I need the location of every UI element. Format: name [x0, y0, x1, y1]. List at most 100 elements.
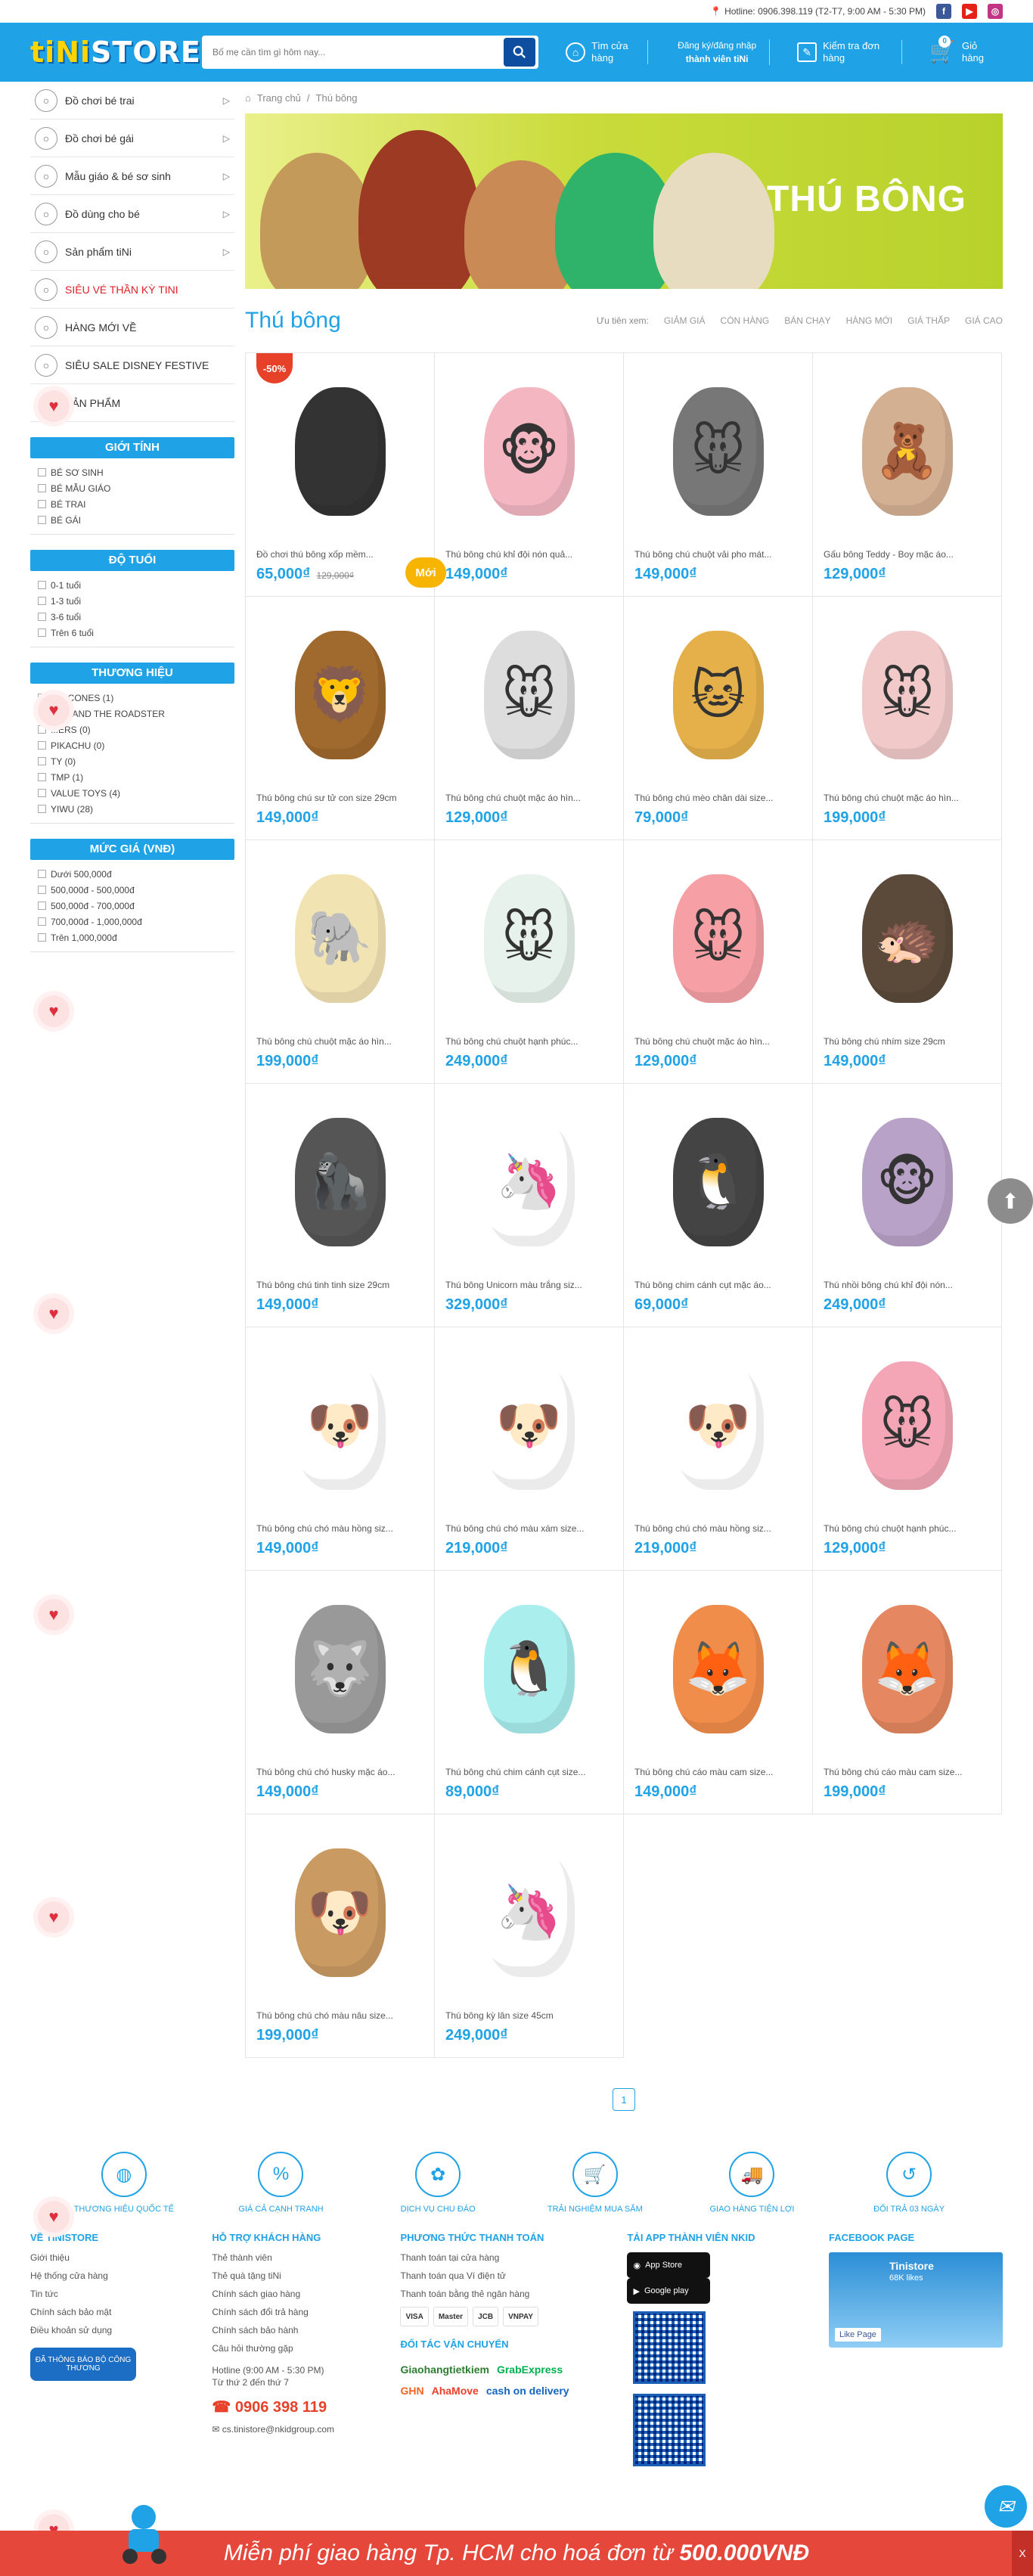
wishlist-heart-icon[interactable]: ♥: [38, 995, 70, 1027]
product-card[interactable]: 🐭 Thú bông chú chuột mặc áo hìn... 129,000…: [435, 597, 624, 840]
product-image[interactable]: 🐭: [445, 606, 613, 784]
product-card[interactable]: 🐧 Thú bông chú chim cánh cụt size... 89,00…: [435, 1571, 624, 1814]
product-card[interactable]: 🐭 Thú bông chú chuột mặc áo hìn... 199,000…: [813, 597, 1002, 840]
filter-option[interactable]: BÉ SƠ SINH: [38, 464, 227, 480]
footer-link[interactable]: Chính sách đổi trả hàng: [212, 2307, 370, 2317]
product-card[interactable]: 🦊 Thú bông chú cáo màu cam size... 149,000…: [624, 1571, 813, 1814]
product-card[interactable]: 🧸 Gấu bông Teddy - Boy mặc áo... 129,000₫: [813, 353, 1002, 597]
product-card[interactable]: 🐧 Thú bông chim cánh cụt mặc áo... 69,000₫: [624, 1084, 813, 1327]
footer-link[interactable]: Câu hỏi thường gặp: [212, 2343, 370, 2354]
product-image[interactable]: 🧸: [824, 362, 991, 540]
product-name[interactable]: Thú bông chú chuột mặc áo hìn...: [445, 793, 613, 803]
wishlist-heart-icon[interactable]: ♥: [38, 1599, 70, 1631]
google-play-button[interactable]: ▶ Google play: [627, 2278, 711, 2304]
product-card[interactable]: 🐱 Thú bông chú mèo chân dài size... 79,000…: [624, 597, 813, 840]
filter-option[interactable]: 1-3 tuổi: [38, 593, 227, 609]
product-image[interactable]: 🦁: [256, 606, 423, 784]
product-card[interactable]: 🐶 Thú bông chú chó màu nâu size... 199,000…: [246, 1814, 435, 2058]
footer-link[interactable]: Điều khoản sử dụng: [30, 2325, 181, 2335]
checkbox[interactable]: [38, 902, 46, 910]
product-name[interactable]: Thú bông chim cánh cụt mặc áo...: [634, 1280, 802, 1290]
filter-option[interactable]: 3-6 tuổi: [38, 609, 227, 625]
checkbox[interactable]: [38, 886, 46, 894]
product-name[interactable]: Thú bông chú chuột hạnh phúc...: [445, 1036, 613, 1047]
sort-option[interactable]: BÁN CHẠY: [784, 315, 830, 326]
product-card[interactable]: 🐶 Thú bông chú chó màu xám size... 219,000…: [435, 1327, 624, 1571]
checkbox[interactable]: [38, 805, 46, 813]
product-image[interactable]: 🦊: [634, 1580, 802, 1758]
product-name[interactable]: Thú bông chú chuột mặc áo hìn...: [824, 793, 991, 803]
footer-link[interactable]: Thẻ quà tặng tiNi: [212, 2270, 370, 2281]
product-image[interactable]: 🐭: [445, 849, 613, 1027]
checkbox[interactable]: [38, 773, 46, 781]
product-card[interactable]: 🦄 Thú bông kỳ lân size 45cm 249,000₫: [435, 1814, 624, 2058]
product-name[interactable]: Thú bông chú khỉ đội nón quả...: [445, 549, 613, 560]
breadcrumb-home[interactable]: Trang chủ: [257, 92, 301, 104]
filter-option[interactable]: BÉ GÁI: [38, 512, 227, 528]
product-name[interactable]: Gấu bông Teddy - Boy mặc áo...: [824, 549, 991, 560]
product-name[interactable]: Thú bông chú chó màu hồng siz...: [634, 1523, 802, 1534]
product-image[interactable]: 🐺: [256, 1580, 423, 1758]
product-image[interactable]: 🐶: [445, 1336, 613, 1514]
product-card[interactable]: 🐭 Thú bông chú chuột hạnh phúc... 249,000₫: [435, 840, 624, 1084]
filter-option[interactable]: 500,000đ - 700,000đ: [38, 898, 227, 914]
product-name[interactable]: Đồ chơi thú bông xốp mềm...: [256, 549, 423, 560]
product-image[interactable]: 🐧: [634, 1093, 802, 1271]
checkbox[interactable]: [38, 741, 46, 750]
filter-option[interactable]: TY (0): [38, 753, 227, 769]
checkbox[interactable]: [38, 933, 46, 942]
sort-option[interactable]: GIẢM GIÁ: [664, 315, 706, 326]
checkbox[interactable]: [38, 597, 46, 605]
checkbox[interactable]: [38, 581, 46, 589]
search-input[interactable]: [205, 39, 504, 66]
checkbox[interactable]: [38, 484, 46, 492]
store-locator[interactable]: ⌂ Tìm cửa hàng: [555, 40, 649, 64]
menu-item[interactable]: ○ SIÊU SALE DISNEY FESTIVE: [30, 346, 234, 384]
checkbox[interactable]: [38, 468, 46, 476]
product-image[interactable]: 🐵: [824, 1093, 991, 1271]
filter-option[interactable]: Dưới 500,000đ: [38, 866, 227, 882]
footer-link[interactable]: Giới thiệu: [30, 2252, 181, 2263]
close-bar-button[interactable]: X: [1012, 2531, 1033, 2576]
checkbox[interactable]: [38, 613, 46, 621]
product-image[interactable]: 🦄: [445, 1093, 613, 1271]
product-name[interactable]: Thú bông Unicorn màu trắng siz...: [445, 1280, 613, 1290]
product-card[interactable]: 🐺 Thú bông chú chó husky mặc áo... 149,000…: [246, 1571, 435, 1814]
menu-item[interactable]: ○ Mẫu giáo & bé sơ sinh ▷: [30, 157, 234, 195]
product-image[interactable]: 🦊: [824, 1580, 991, 1758]
cart[interactable]: 🛒 0 Giỏ hàng: [919, 36, 1003, 64]
filter-option[interactable]: Trên 6 tuổi: [38, 625, 227, 641]
checkbox[interactable]: [38, 516, 46, 524]
footer-link[interactable]: Thanh toán bằng thẻ ngân hàng: [400, 2289, 597, 2299]
product-name[interactable]: Thú bông chú cáo màu cam size...: [824, 1767, 991, 1777]
checkbox[interactable]: [38, 757, 46, 765]
product-image[interactable]: 🦄: [445, 1823, 613, 2001]
login-register[interactable]: Đăng ký/đăng nhập thành viên tiNi: [665, 39, 771, 65]
product-name[interactable]: Thú bông chú mèo chân dài size...: [634, 793, 802, 803]
product-image[interactable]: 🐭: [634, 849, 802, 1027]
product-image[interactable]: 🐶: [256, 1823, 423, 2001]
product-name[interactable]: Thú bông chú chuột hạnh phúc...: [824, 1523, 991, 1534]
footer-link[interactable]: Chính sách giao hàng: [212, 2289, 370, 2299]
filter-option[interactable]: TMP (1): [38, 769, 227, 785]
filter-option[interactable]: VALUE TOYS (4): [38, 785, 227, 801]
product-image[interactable]: 🐶: [256, 1336, 423, 1514]
filter-option[interactable]: PIKACHU (0): [38, 737, 227, 753]
product-image[interactable]: 🐧: [445, 1580, 613, 1758]
footer-link[interactable]: Thẻ thành viên: [212, 2252, 370, 2263]
footer-link[interactable]: Hệ thống cửa hàng: [30, 2270, 181, 2281]
product-image[interactable]: 🐭: [824, 1336, 991, 1514]
messenger-icon[interactable]: ✉: [985, 2485, 1027, 2528]
product-card[interactable]: 🦊 Thú bông chú cáo màu cam size... 199,000…: [813, 1571, 1002, 1814]
checkbox[interactable]: [38, 725, 46, 734]
filter-option[interactable]: Trên 1,000,000đ: [38, 930, 227, 945]
support-email[interactable]: ✉ cs.tinistore@nkidgroup.com: [212, 2424, 370, 2435]
menu-item[interactable]: ○ SIÊU VÉ THẦN KỲ TINI: [30, 271, 234, 309]
sort-option[interactable]: CÒN HÀNG: [721, 315, 770, 326]
filter-option[interactable]: YIWU (28): [38, 801, 227, 817]
wishlist-heart-icon[interactable]: ♥: [38, 2201, 70, 2233]
like-page-button[interactable]: Like Page: [835, 2328, 881, 2342]
filter-option[interactable]: BÉ MẪU GIÁO: [38, 480, 227, 496]
product-name[interactable]: Thú bông chú cáo màu cam size...: [634, 1767, 802, 1777]
footer-link[interactable]: Chính sách bảo hành: [212, 2325, 370, 2335]
